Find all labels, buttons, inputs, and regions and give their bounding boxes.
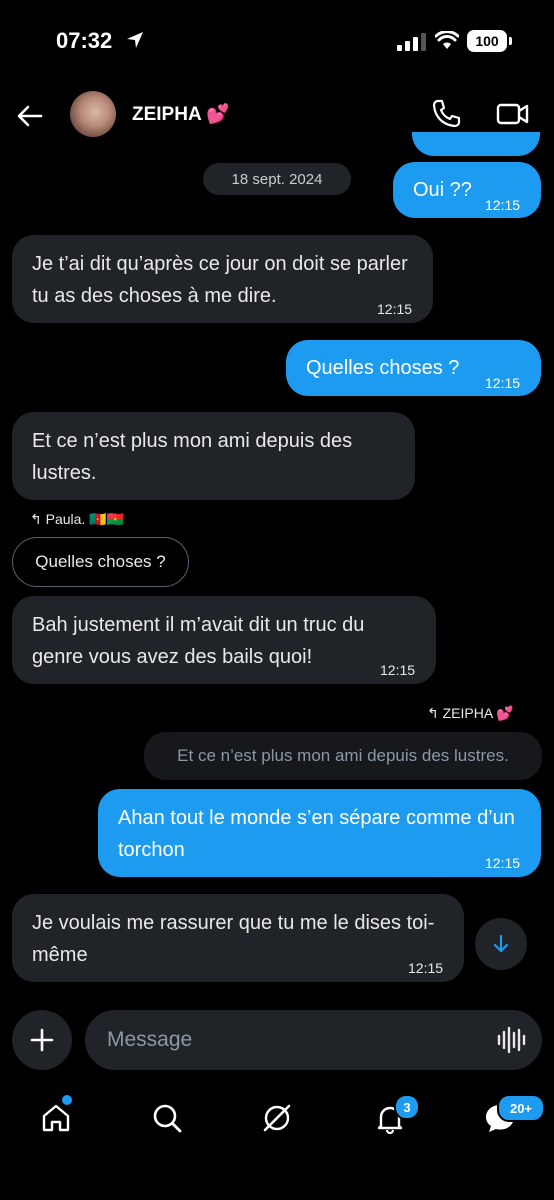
message-time: 12:15 [380,662,416,678]
message-bubble-incoming[interactable]: Bah justement il m’avait dit un truc du … [12,596,436,684]
message-text: Oui ?? [413,179,472,201]
date-separator: 18 sept. 2024 [203,163,351,195]
message-time: 12:15 [408,960,444,976]
scroll-to-bottom-button[interactable] [475,918,527,970]
battery-indicator: 100 [467,30,507,52]
reply-to-label: ↰ ZEIPHA 💕 [427,705,514,721]
reply-arrow-icon: ↰ [427,705,443,721]
voice-message-icon[interactable] [496,1025,526,1055]
message-bubble-incoming[interactable]: Je voulais me rassurer que tu me le dise… [12,894,464,982]
message-time: 12:15 [485,197,521,213]
grok-icon [263,1104,291,1132]
contact-avatar[interactable] [70,91,116,137]
message-text: Je voulais me rassurer que tu me le dise… [32,912,435,966]
nav-home[interactable] [36,1095,76,1138]
back-arrow-icon [17,105,43,127]
message-time: 12:15 [377,301,413,317]
location-arrow-icon [127,32,143,48]
message-text: Je t’ai dit qu’après ce jour on doit se … [32,253,408,307]
nav-grok[interactable] [257,1098,297,1138]
phone-call-icon[interactable] [430,98,462,130]
nav-search[interactable] [147,1098,187,1138]
message-text: Bah justement il m’avait dit un truc du … [32,614,365,668]
previous-message-bubble[interactable] [412,132,540,156]
message-input[interactable] [85,1010,542,1070]
cellular-signal-icon [397,33,426,51]
quoted-message[interactable]: Et ce n’est plus mon ami depuis des lust… [144,732,542,780]
message-time: 12:15 [485,375,521,391]
quoted-message[interactable]: Quelles choses ? [12,537,189,587]
message-bubble-incoming[interactable]: Je t’ai dit qu’après ce jour on doit se … [12,235,433,323]
reply-to-label: ↰ Paula. 🇨🇲🇧🇫 [30,511,125,527]
home-unread-dot [62,1095,72,1105]
plus-icon [30,1028,54,1052]
message-bubble-outgoing[interactable]: Oui ?? 12:15 [393,162,541,218]
message-text: Quelles choses ? [306,357,460,379]
messages-badge: 20+ [497,1094,545,1122]
attach-button[interactable] [12,1010,72,1070]
message-bubble-outgoing[interactable]: Ahan tout le monde s’en sépare comme d’u… [98,789,541,877]
message-text: Et ce n’est plus mon ami depuis des lust… [32,430,353,484]
back-button[interactable] [14,100,46,132]
message-time: 12:15 [485,855,521,871]
arrow-down-icon [493,934,509,953]
wifi-icon [435,31,459,49]
contact-name[interactable]: ZEIPHA 💕 [132,102,230,126]
message-bubble-outgoing[interactable]: Quelles choses ? 12:15 [286,340,541,396]
status-time: 07:32 [56,28,113,53]
reply-arrow-icon: ↰ [30,511,46,527]
search-icon [153,1104,182,1133]
home-icon [42,1104,70,1132]
battery-nub [509,37,512,45]
message-bubble-incoming[interactable]: Et ce n’est plus mon ami depuis des lust… [12,412,415,500]
video-call-icon[interactable] [496,98,530,130]
notifications-badge: 3 [394,1094,420,1120]
message-text: Ahan tout le monde s’en sépare comme d’u… [118,807,515,861]
